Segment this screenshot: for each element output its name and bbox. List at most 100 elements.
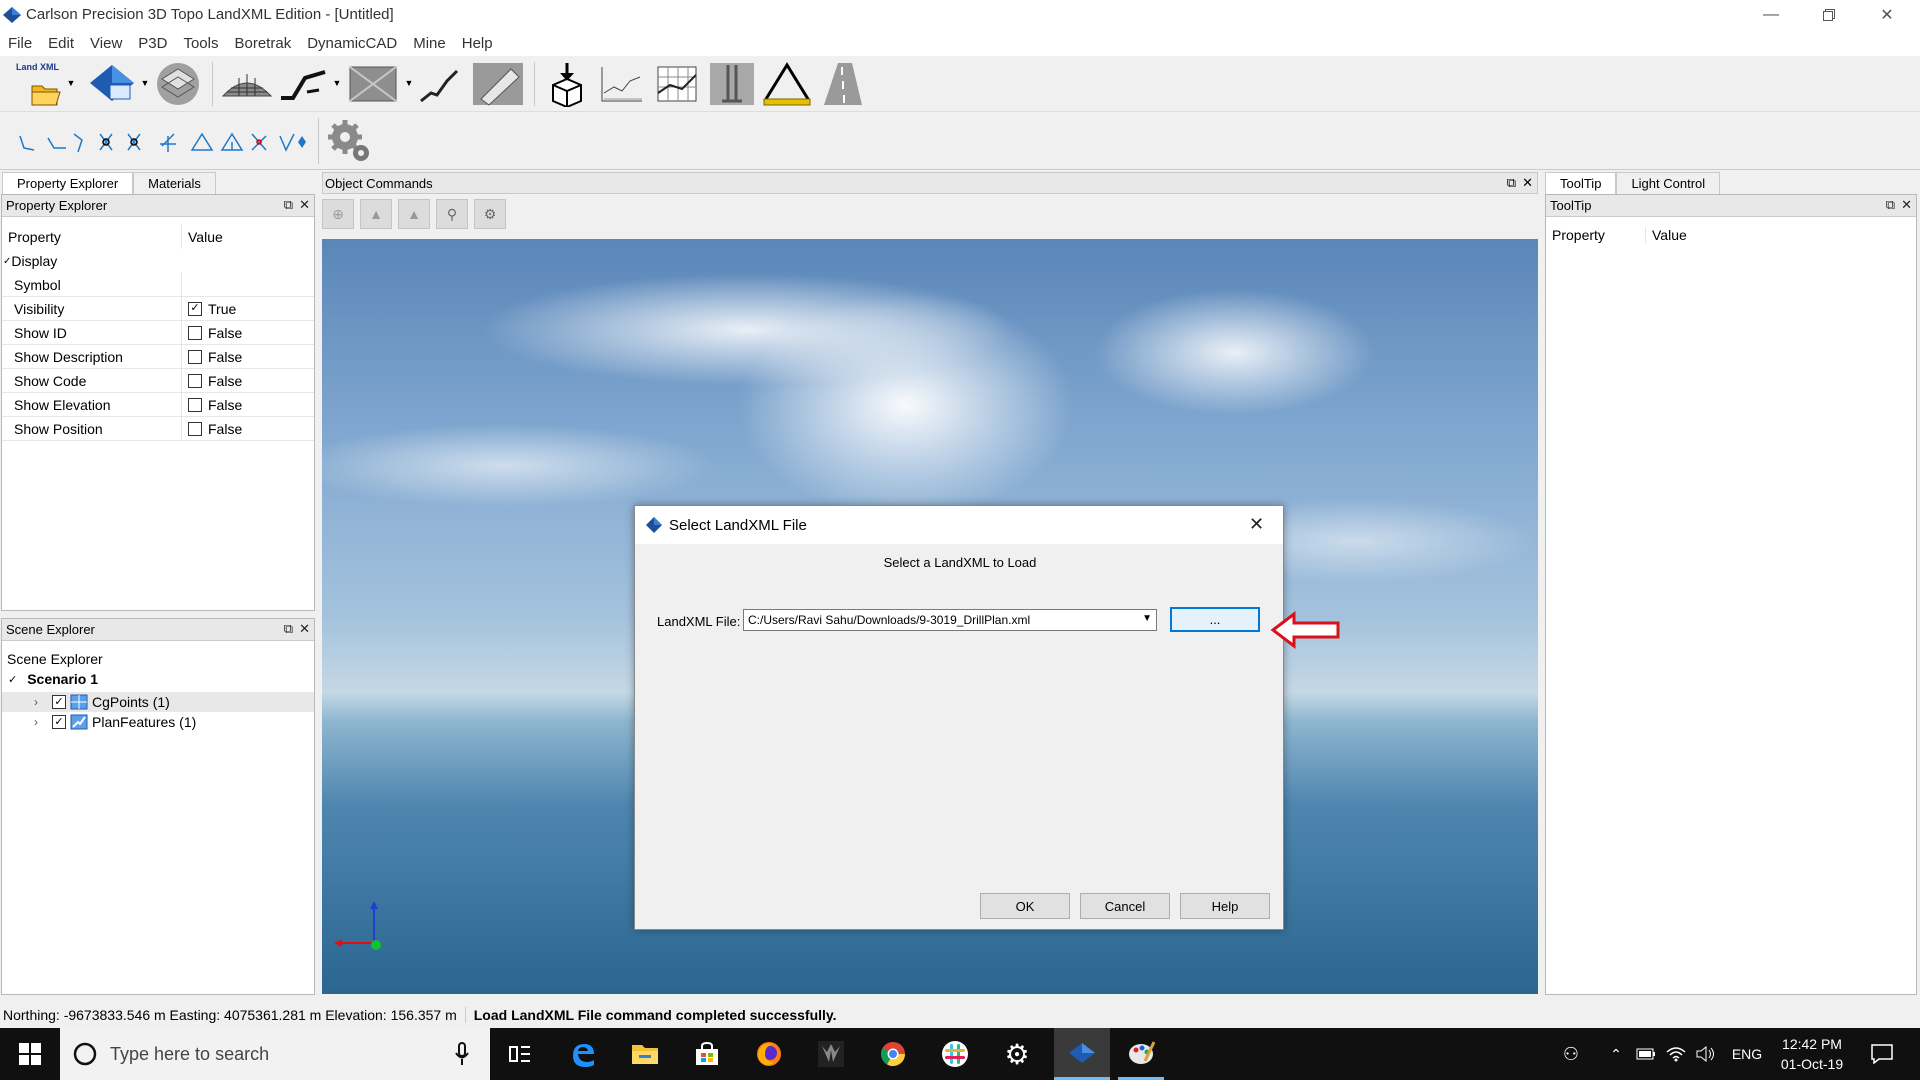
tab-property-explorer[interactable]: Property Explorer [2, 172, 134, 194]
taskbar-firefox[interactable] [746, 1028, 792, 1080]
dropdown-arrow-icon[interactable]: ▼ [140, 78, 150, 88]
property-row[interactable]: Symbol [2, 272, 314, 297]
tree-item-cgpoints[interactable]: › ✓ CgPoints (1) [2, 692, 314, 712]
profile-chart-button[interactable] [596, 60, 646, 108]
section-grid-button[interactable] [652, 60, 702, 108]
expand-chevron-down-icon[interactable]: ✓ [8, 673, 17, 686]
menu-help[interactable]: Help [454, 35, 501, 52]
dropdown-arrow-icon[interactable]: ▼ [404, 78, 414, 88]
drape-button[interactable] [470, 60, 526, 108]
property-checkbox[interactable] [188, 349, 202, 364]
tab-materials[interactable]: Materials [133, 172, 216, 194]
people-button[interactable]: ⚇ [1556, 1028, 1586, 1080]
road-button[interactable] [816, 60, 866, 108]
surface-mesh-button[interactable] [220, 60, 274, 108]
minimize-button[interactable]: — [1742, 0, 1800, 30]
property-row[interactable]: Visibility ✓ True [2, 296, 314, 321]
taskbar-search-box[interactable]: Type here to search [60, 1028, 490, 1080]
grid-button[interactable] [346, 60, 404, 108]
dropdown-arrow-icon[interactable]: ▼ [332, 78, 342, 88]
display-group-row[interactable]: ✓ Display [2, 249, 314, 273]
action-center-button[interactable] [1862, 1028, 1902, 1080]
float-panel-icon[interactable]: ⧉ [1507, 175, 1516, 191]
property-checkbox[interactable] [188, 325, 202, 340]
landxml-file-combobox[interactable]: C:/Users/Ravi Sahu/Downloads/9-3019_Dril… [743, 609, 1157, 631]
taskbar-file-explorer[interactable] [622, 1028, 668, 1080]
taskbar-chrome[interactable] [870, 1028, 916, 1080]
scene-layers-button[interactable] [152, 60, 204, 108]
dropdown-arrow-icon[interactable]: ▼ [66, 78, 76, 88]
start-button[interactable] [0, 1028, 60, 1080]
show-hidden-icons-button[interactable]: ⌃ [1604, 1028, 1628, 1080]
menu-view[interactable]: View [82, 35, 130, 52]
menu-dynamiccad[interactable]: DynamicCAD [299, 35, 405, 52]
battery-button[interactable] [1634, 1028, 1658, 1080]
expand-chevron-right-icon[interactable]: › [34, 715, 38, 729]
taskbar-carlson-precision[interactable] [1054, 1028, 1110, 1080]
close-panel-icon[interactable]: ✕ [299, 621, 310, 637]
dialog-close-button[interactable]: ✕ [1249, 514, 1264, 535]
clock[interactable]: 12:42 PM 01-Oct-19 [1772, 1034, 1852, 1074]
collapse-chevron-icon[interactable]: ✓ [2, 256, 11, 267]
tab-tooltip[interactable]: ToolTip [1545, 172, 1617, 194]
taskbar-predator-app[interactable] [808, 1028, 854, 1080]
task-view-button[interactable] [498, 1028, 542, 1080]
menu-mine[interactable]: Mine [405, 35, 454, 52]
import-box-button[interactable] [544, 60, 590, 108]
volume-button[interactable] [1694, 1028, 1718, 1080]
chevron-down-icon[interactable]: ▼ [1142, 613, 1152, 624]
ok-button[interactable]: OK [980, 893, 1070, 919]
close-panel-icon[interactable]: ✕ [299, 197, 310, 213]
surface-layers-button[interactable] [84, 60, 140, 108]
property-row[interactable]: Show ID False [2, 320, 314, 345]
tab-light-control[interactable]: Light Control [1616, 172, 1721, 194]
float-panel-icon[interactable]: ⧉ [284, 197, 293, 213]
property-row[interactable]: Show Position False [2, 416, 314, 441]
taskbar-store[interactable] [684, 1028, 730, 1080]
profile-button[interactable] [416, 60, 466, 108]
menu-boretrak[interactable]: Boretrak [227, 35, 300, 52]
property-row[interactable]: Show Description False [2, 344, 314, 369]
cgpoints-checkbox[interactable]: ✓ [52, 695, 66, 709]
close-panel-icon[interactable]: ✕ [1901, 197, 1912, 213]
landxml-open-button[interactable]: Land XML [12, 58, 64, 108]
float-panel-icon[interactable]: ⧉ [284, 621, 293, 637]
menu-tools[interactable]: Tools [175, 35, 226, 52]
taskbar-slack[interactable] [932, 1028, 978, 1080]
float-panel-icon[interactable]: ⧉ [1886, 197, 1895, 213]
tree-item-planfeatures[interactable]: › ✓ PlanFeatures (1) [2, 712, 314, 732]
microphone-icon[interactable] [454, 1042, 470, 1066]
measure-triangle-button[interactable] [760, 60, 814, 108]
planfeatures-checkbox[interactable]: ✓ [52, 715, 66, 729]
property-checkbox[interactable]: ✓ [188, 301, 202, 316]
cancel-button[interactable]: Cancel [1080, 893, 1170, 919]
object-settings-button[interactable]: ⚙ [474, 199, 506, 229]
property-checkbox[interactable] [188, 421, 202, 436]
property-checkbox[interactable] [188, 373, 202, 388]
menu-file[interactable]: File [0, 35, 40, 52]
close-panel-icon[interactable]: ✕ [1522, 175, 1533, 191]
zoom-button[interactable]: ⚲ [436, 199, 468, 229]
add-object-button[interactable]: ⊕ [322, 199, 354, 229]
taskbar-edge[interactable] [560, 1028, 606, 1080]
browse-button[interactable]: ... [1170, 607, 1260, 632]
property-row[interactable]: Show Code False [2, 368, 314, 393]
restore-button[interactable] [1800, 0, 1858, 30]
wifi-button[interactable] [1664, 1028, 1688, 1080]
taskbar-paint[interactable] [1118, 1028, 1164, 1080]
surface-button-a[interactable]: ▲ [360, 199, 392, 229]
expand-chevron-right-icon[interactable]: › [34, 695, 38, 709]
drill-button[interactable] [706, 60, 758, 108]
surface-button-b[interactable]: ▲ [398, 199, 430, 229]
scenario-node[interactable]: ✓ Scenario 1 [8, 671, 98, 687]
help-button[interactable]: Help [1180, 893, 1270, 919]
menu-edit[interactable]: Edit [40, 35, 82, 52]
settings-gears-button[interactable] [326, 116, 374, 166]
polyline-button[interactable] [276, 60, 330, 108]
input-language[interactable]: ENG [1728, 1028, 1766, 1080]
taskbar-settings[interactable]: ⚙ [994, 1028, 1040, 1080]
property-checkbox[interactable] [188, 397, 202, 412]
close-window-button[interactable]: ✕ [1858, 0, 1916, 30]
property-row[interactable]: Show Elevation False [2, 392, 314, 417]
menu-p3d[interactable]: P3D [130, 35, 175, 52]
